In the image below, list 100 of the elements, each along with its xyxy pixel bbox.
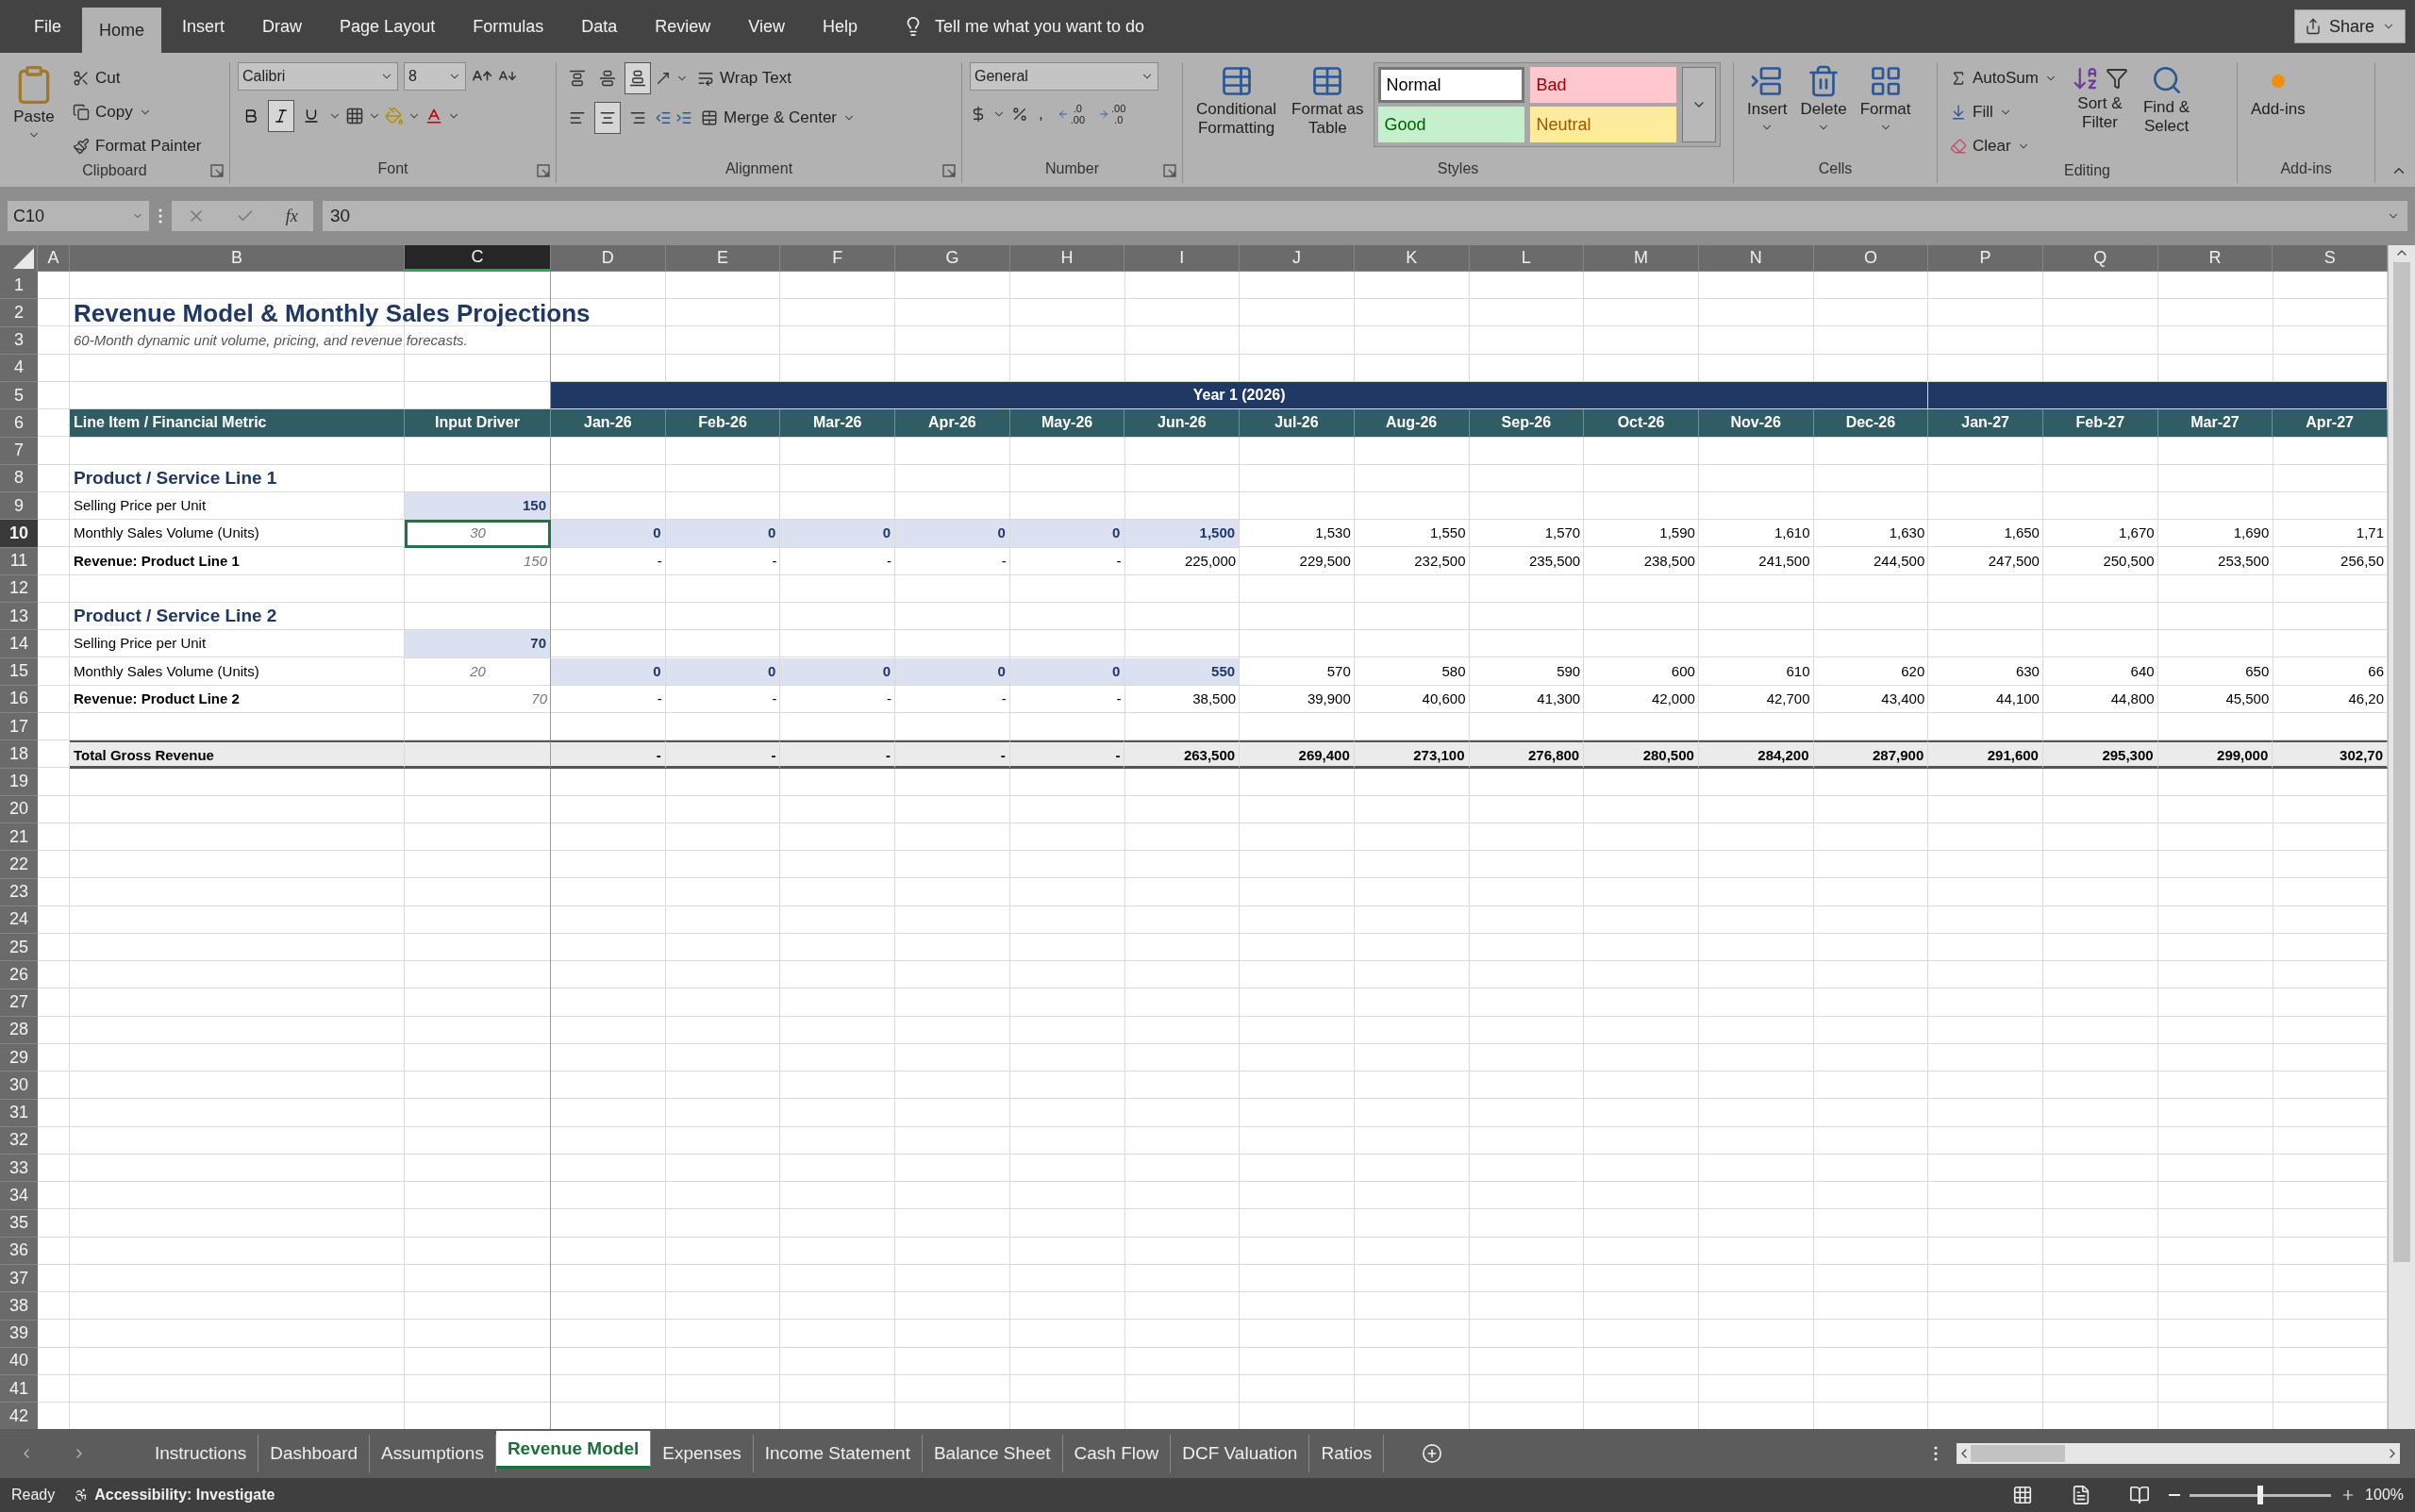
- row-header[interactable]: 7: [0, 437, 38, 465]
- row-header[interactable]: 19: [0, 768, 38, 796]
- more-icon[interactable]: [1934, 1446, 1938, 1461]
- sheet-tab[interactable]: Income Statement: [753, 1435, 923, 1472]
- autosum-button[interactable]: AutoSum: [1945, 62, 2062, 94]
- menu-tab[interactable]: Help: [805, 0, 874, 53]
- vertical-align-button[interactable]: [625, 62, 651, 94]
- row-header[interactable]: 8: [0, 464, 38, 492]
- menu-tab[interactable]: Home: [82, 8, 162, 53]
- format-painter-button[interactable]: Format Painter: [68, 130, 207, 162]
- column-header[interactable]: Q: [2042, 245, 2158, 272]
- dialog-launcher-icon[interactable]: [942, 164, 956, 177]
- row-header[interactable]: 32: [0, 1126, 38, 1155]
- row-header[interactable]: 4: [0, 354, 38, 382]
- horizontal-scrollbar[interactable]: [1957, 1443, 2400, 1464]
- cut-button[interactable]: Cut: [68, 62, 207, 94]
- column-header[interactable]: S: [2273, 245, 2388, 272]
- row-header[interactable]: 18: [0, 740, 38, 769]
- column-header[interactable]: O: [1813, 245, 1929, 272]
- insert-function-button[interactable]: fx: [285, 206, 298, 226]
- clear-button[interactable]: Clear: [1945, 130, 2062, 162]
- row-header[interactable]: 21: [0, 823, 38, 852]
- column-header[interactable]: P: [1928, 245, 2043, 272]
- column-header[interactable]: I: [1124, 245, 1241, 272]
- row-header[interactable]: 22: [0, 851, 38, 879]
- column-header[interactable]: G: [895, 245, 1010, 272]
- sheet-tab[interactable]: Expenses: [651, 1435, 754, 1472]
- copy-button[interactable]: Copy: [68, 96, 207, 128]
- row-header[interactable]: 29: [0, 1044, 38, 1072]
- row-header[interactable]: 14: [0, 630, 38, 658]
- row-header[interactable]: 34: [0, 1182, 38, 1210]
- row-header[interactable]: 33: [0, 1155, 38, 1183]
- row-header[interactable]: 23: [0, 878, 38, 906]
- row-header[interactable]: 12: [0, 574, 38, 603]
- column-header[interactable]: N: [1698, 245, 1814, 272]
- row-header[interactable]: 31: [0, 1099, 38, 1127]
- dialog-launcher-icon[interactable]: [1163, 164, 1176, 177]
- row-header[interactable]: 39: [0, 1320, 38, 1348]
- row-header[interactable]: 26: [0, 961, 38, 989]
- row-header[interactable]: 27: [0, 989, 38, 1017]
- row-header[interactable]: 38: [0, 1292, 38, 1321]
- more-icon[interactable]: [158, 208, 162, 224]
- dialog-launcher-icon[interactable]: [537, 164, 550, 177]
- dialog-launcher-icon[interactable]: [210, 164, 224, 177]
- cell-style[interactable]: Good: [1377, 107, 1524, 142]
- menu-tab[interactable]: View: [731, 0, 802, 53]
- row-header[interactable]: 6: [0, 409, 38, 438]
- font-size-select[interactable]: 8: [404, 62, 466, 91]
- menu-tab[interactable]: Formulas: [456, 0, 561, 53]
- cell-style[interactable]: Bad: [1529, 67, 1676, 103]
- sheet-tab[interactable]: Balance Sheet: [922, 1435, 1063, 1472]
- column-header[interactable]: M: [1584, 245, 1699, 272]
- column-header[interactable]: L: [1469, 245, 1585, 272]
- row-header[interactable]: 10: [0, 520, 38, 548]
- italic-button[interactable]: [268, 100, 294, 132]
- cell-style[interactable]: Normal: [1377, 67, 1524, 103]
- menu-tab[interactable]: Data: [564, 0, 635, 53]
- merge-center-button[interactable]: Merge & Center: [696, 102, 860, 134]
- increase-decimal-button[interactable]: .0 .00: [1053, 102, 1090, 126]
- row-header[interactable]: 25: [0, 934, 38, 962]
- column-header[interactable]: E: [665, 245, 781, 272]
- row-header[interactable]: 15: [0, 657, 38, 686]
- sheet-tab[interactable]: Assumptions: [370, 1435, 496, 1472]
- wrap-text-button[interactable]: Wrap Text: [692, 62, 796, 94]
- sheet-tab[interactable]: DCF Valuation: [1171, 1435, 1310, 1472]
- conditional-formatting-button[interactable]: Conditional Formatting: [1191, 62, 1283, 141]
- cell-style[interactable]: Neutral: [1529, 107, 1676, 142]
- tell-me-search[interactable]: Tell me what you want to do: [935, 16, 1145, 37]
- formula-field[interactable]: 30: [323, 201, 2407, 231]
- column-header[interactable]: K: [1354, 245, 1470, 272]
- font-name-select[interactable]: Calibri: [238, 62, 398, 91]
- select-all-icon[interactable]: [13, 248, 34, 269]
- row-header[interactable]: 35: [0, 1209, 38, 1238]
- share-button[interactable]: Share: [2293, 9, 2406, 43]
- menu-tab[interactable]: Insert: [165, 0, 242, 53]
- paste-button[interactable]: Paste: [8, 62, 60, 144]
- vertical-scrollbar[interactable]: [2388, 245, 2415, 1429]
- row-header[interactable]: 42: [0, 1403, 38, 1429]
- menu-tab[interactable]: File: [17, 0, 78, 53]
- decrease-decimal-button[interactable]: .00 .0: [1094, 102, 1130, 126]
- column-header[interactable]: H: [1009, 245, 1125, 272]
- comma-style-button[interactable]: ,: [1034, 98, 1048, 130]
- number-format-select[interactable]: General: [970, 62, 1158, 91]
- column-header[interactable]: J: [1240, 245, 1355, 272]
- sheet-tab[interactable]: Revenue Model: [495, 1431, 652, 1469]
- menu-tab[interactable]: Review: [638, 0, 728, 53]
- column-header[interactable]: C: [405, 245, 551, 272]
- fill-button[interactable]: Fill: [1945, 96, 2062, 128]
- row-header[interactable]: 3: [0, 326, 38, 355]
- row-header[interactable]: 20: [0, 795, 38, 823]
- menu-tab[interactable]: Draw: [245, 0, 320, 53]
- row-header[interactable]: 5: [0, 382, 38, 410]
- row-header[interactable]: 37: [0, 1265, 38, 1293]
- row-header[interactable]: 30: [0, 1072, 38, 1100]
- accessibility-status[interactable]: Accessibility: Investigate: [94, 1487, 275, 1504]
- delete-button[interactable]: Delete: [1794, 62, 1853, 137]
- column-header[interactable]: B: [70, 245, 405, 272]
- add-ins-button[interactable]: Add-ins: [2245, 62, 2311, 122]
- column-header[interactable]: F: [780, 245, 896, 272]
- find-select-button[interactable]: Find & Select: [2137, 62, 2196, 139]
